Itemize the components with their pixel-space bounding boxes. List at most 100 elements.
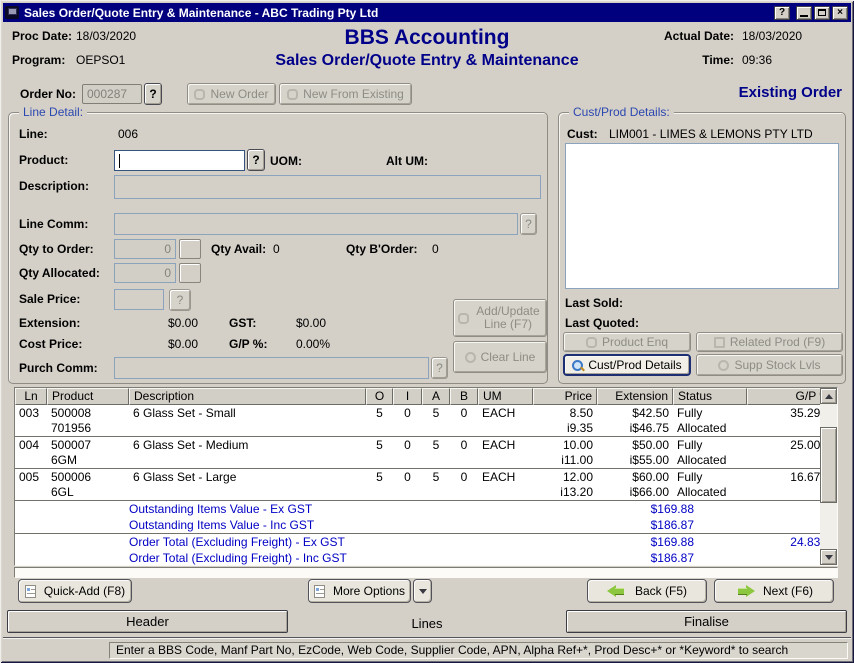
close-icon: ×: [837, 7, 843, 18]
cell-line: 6GL: [51, 485, 125, 500]
cell-b: 0: [450, 438, 478, 468]
qty-to-order-um-button[interactable]: [179, 239, 201, 259]
vertical-scrollbar[interactable]: [820, 388, 837, 565]
scroll-up-button[interactable]: [820, 388, 837, 404]
minimize-button[interactable]: [796, 6, 812, 20]
purch-comm-lookup-button[interactable]: ?: [431, 357, 448, 379]
qty-border-value: 0: [432, 242, 439, 256]
cell-line: 500007: [51, 438, 125, 453]
summary-row: Order Total (Excluding Freight) - Inc GS…: [15, 550, 837, 566]
more-options-label: More Options: [333, 584, 405, 598]
time-label: Time:: [650, 53, 734, 67]
help-button[interactable]: ?: [774, 6, 790, 20]
back-button[interactable]: Back (F5): [587, 579, 707, 603]
app-icon: [5, 6, 19, 19]
next-label: Next (F6): [763, 584, 813, 598]
purch-comm-input[interactable]: [114, 357, 429, 379]
gp-value: 0.00%: [296, 337, 330, 351]
cell-line: i$55.00: [601, 453, 669, 468]
tab-finalise[interactable]: Finalise: [566, 610, 847, 633]
more-options-button[interactable]: More Options: [308, 579, 411, 603]
summary-value: $169.88: [499, 534, 694, 550]
sale-price-lookup-button[interactable]: ?: [169, 289, 191, 311]
related-prod-button[interactable]: Related Prod (F9): [696, 332, 843, 352]
status-bar: Enter a BBS Code, Manf Part No, EzCode, …: [3, 637, 851, 660]
new-from-existing-button[interactable]: New From Existing: [279, 83, 412, 105]
close-button[interactable]: ×: [832, 6, 848, 20]
extension-value: $0.00: [114, 316, 198, 330]
qty-to-order-label: Qty to Order:: [19, 242, 94, 256]
line-comm-input[interactable]: [114, 213, 518, 235]
table-row[interactable]: 004 500007 6GM 6 Glass Set - Medium 5 0 …: [15, 437, 837, 468]
qty-to-order-input[interactable]: [114, 239, 176, 259]
cell-status: Fully Allocated: [673, 470, 747, 500]
cell-line: 12.00: [537, 470, 593, 485]
more-options-dropdown-button[interactable]: [413, 579, 432, 603]
cell-price: 8.50 i9.35: [533, 406, 597, 436]
order-no-label: Order No:: [20, 87, 76, 101]
summary-value: $186.87: [499, 517, 694, 533]
supp-stock-button[interactable]: Supp Stock Lvls: [696, 354, 843, 376]
app-window: Sales Order/Quote Entry & Maintenance - …: [0, 0, 854, 663]
cell-line: i$46.75: [601, 421, 669, 436]
new-order-label: New Order: [210, 87, 268, 101]
cell-line: 10.00: [537, 438, 593, 453]
tab-header[interactable]: Header: [7, 610, 288, 633]
scrollbar-thumb[interactable]: [820, 427, 837, 503]
cell-description: 6 Glass Set - Medium: [129, 438, 366, 468]
add-update-line-button[interactable]: Add/Update Line (F7): [453, 299, 547, 337]
next-button[interactable]: Next (F6): [714, 579, 834, 603]
cust-prod-details-label: Cust/Prod Details: [588, 358, 681, 372]
order-no-input[interactable]: [82, 84, 142, 104]
cell-line: $50.00: [601, 438, 669, 453]
col-header-b: B: [450, 388, 478, 405]
maximize-button[interactable]: [814, 6, 830, 20]
qty-avail-label: Qty Avail:: [211, 242, 266, 256]
quick-add-label: Quick-Add (F8): [44, 584, 125, 598]
cell-line: 8.50: [537, 406, 593, 421]
cell-a: 5: [422, 406, 450, 436]
cust-prod-info-box: [565, 143, 839, 289]
qty-allocated-input[interactable]: [114, 263, 176, 283]
actual-date-label: Actual Date:: [650, 29, 734, 43]
cell-status: Fully Allocated: [673, 438, 747, 468]
tab-lines[interactable]: Lines: [288, 614, 566, 633]
cust-prod-details-button[interactable]: Cust/Prod Details: [563, 354, 691, 376]
product-enq-icon: [586, 337, 597, 348]
cell-line: i$66.00: [601, 485, 669, 500]
product-lookup-button[interactable]: ?: [247, 149, 265, 171]
col-header-a: A: [422, 388, 450, 405]
arrow-down-icon: [825, 555, 833, 560]
clear-line-label: Clear Line: [481, 350, 536, 364]
title-bar[interactable]: Sales Order/Quote Entry & Maintenance - …: [3, 3, 851, 22]
sale-price-input[interactable]: [114, 289, 164, 310]
description-input[interactable]: [114, 175, 541, 199]
cell-extension: $50.00 i$55.00: [597, 438, 673, 468]
line-comm-lookup-button[interactable]: ?: [520, 213, 537, 235]
table-row[interactable]: 005 500006 6GL 6 Glass Set - Large 5 0 5…: [15, 469, 837, 500]
line-value: 006: [118, 127, 138, 141]
product-enq-button[interactable]: Product Enq: [563, 332, 691, 352]
lookup-icon: ?: [252, 153, 259, 167]
cell-ln: 005: [15, 470, 47, 500]
maximize-icon: [818, 9, 826, 16]
cell-o: 5: [366, 438, 393, 468]
cell-b: 0: [450, 406, 478, 436]
line-comm-label: Line Comm:: [19, 217, 88, 231]
gst-value: $0.00: [296, 316, 326, 330]
summary-label: Order Total (Excluding Freight) - Inc GS…: [129, 550, 499, 566]
clear-line-button[interactable]: Clear Line: [453, 341, 547, 373]
qty-allocated-um-button[interactable]: [179, 263, 201, 283]
order-no-lookup-button[interactable]: ?: [144, 83, 162, 105]
line-detail-group-label: Line Detail:: [19, 105, 87, 119]
cell-a: 5: [422, 438, 450, 468]
summary-pad: [15, 517, 129, 533]
tab-finalise-label: Finalise: [684, 614, 729, 629]
quick-add-button[interactable]: Quick-Add (F8): [18, 579, 132, 603]
table-row[interactable]: 003 500008 701956 6 Glass Set - Small 5 …: [15, 405, 837, 436]
scroll-down-button[interactable]: [820, 549, 837, 565]
product-input[interactable]: [114, 150, 245, 171]
back-arrow-icon: [607, 585, 627, 598]
summary-row: Outstanding Items Value - Inc GST $186.8…: [15, 517, 837, 533]
new-order-button[interactable]: New Order: [187, 83, 276, 105]
